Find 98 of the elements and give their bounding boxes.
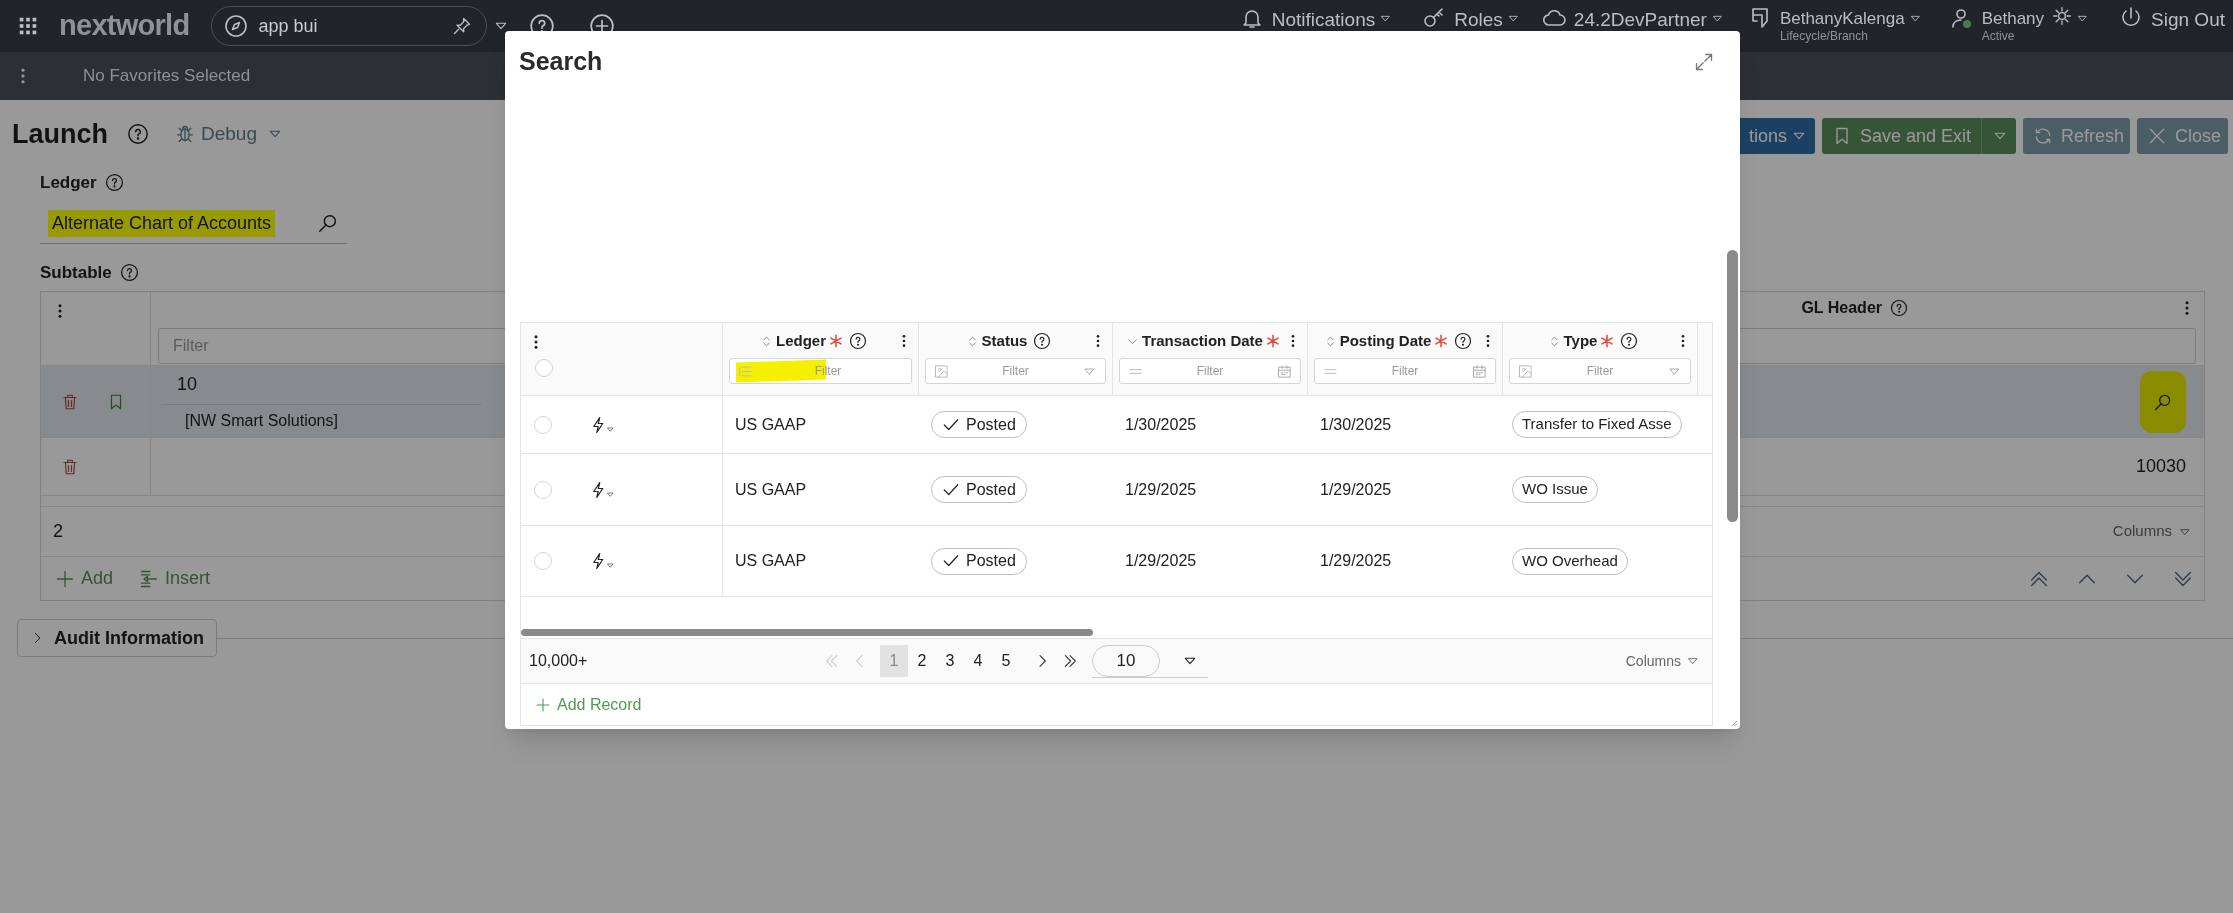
list-icon [738,363,753,379]
insert-icon [139,568,160,589]
row-actions-button[interactable] [590,415,615,434]
help-icon[interactable] [1620,332,1639,350]
help-icon[interactable] [104,173,124,193]
dialog-title: Search [519,46,603,78]
debug-button[interactable]: Debug [175,119,283,149]
page-button[interactable]: 2 [908,645,936,677]
table-cell-text: 10030 [2135,455,2186,478]
help-icon[interactable] [119,262,139,282]
columns-menu-button[interactable]: Columns [1625,650,1700,672]
nav-label: 24.2DevPartner [1573,10,1707,29]
page-button[interactable]: 4 [964,645,992,677]
nav-menu-button[interactable]: Notifications [1239,2,1393,32]
table-cell-text: 1/30/2025 [1125,414,1197,435]
table-cell-text: US GAAP [735,479,807,500]
refresh-icon [2033,126,2053,146]
table-cell-text: 1/29/2025 [1320,551,1392,571]
column-header: Type [1563,330,1598,351]
table-cell-text: 1/30/2025 [1320,414,1392,435]
select-all-radio[interactable] [535,359,553,377]
section-label: Subtable [40,261,112,284]
cell-value: 10 [161,370,481,405]
field-label: Ledger [40,172,97,194]
search-icon[interactable] [317,212,339,234]
ledger-field[interactable]: Alternate Chart of Accounts [40,203,347,244]
help-icon[interactable] [1454,332,1473,350]
help-icon[interactable] [849,332,867,350]
column-header: Status [981,330,1028,351]
image-icon [1518,363,1533,379]
audit-information-button[interactable]: Audit Information [17,619,217,657]
calendar-icon [1472,363,1487,379]
calendar-icon [1277,363,1292,379]
nav-menu-button[interactable]: BethanyKalenga Lifecycle/Branch [1747,2,1922,44]
pin-icon[interactable] [452,16,473,36]
table-cell-text: US GAAP [735,551,807,571]
last-page-icon[interactable] [1062,653,1078,669]
column-header: Transaction Date [1142,330,1263,351]
plus-icon [535,696,551,713]
nav-menu-button[interactable]: Bethany Active [1949,2,2090,44]
bug-icon [175,124,195,144]
type-chip: Transfer to Fixed Asse [1512,411,1682,438]
nav-menu-button[interactable]: Roles [1422,2,1520,32]
table-row[interactable]: US GAAP Posted 1/29/2025 1/29/2025 WO Issue [521,454,1712,526]
trash-icon[interactable] [61,392,79,411]
nav-label: Bethany [1981,10,2045,27]
cell-description: [NW Smart Solutions] [184,410,338,431]
table-row[interactable]: US GAAP Posted 1/29/2025 1/29/2025 WO Overhead [521,526,1712,597]
nav-sublabel: Lifecycle/Branch [1779,30,1868,42]
vertical-scrollbar[interactable] [1727,250,1738,522]
row-radio[interactable] [534,480,552,499]
caret-icon [606,424,615,434]
field-value: Alternate Chart of Accounts [48,209,276,237]
plus-icon [55,568,75,589]
columns-menu-button[interactable]: Columns [2112,520,2192,543]
column-header: GL Header [1801,298,1882,318]
column-header: Posting Date [1339,330,1432,351]
add-record-button[interactable]: Add Record [535,692,642,717]
nav-sign-out-button[interactable]: Sign Out [2119,2,2225,32]
image-icon [934,363,949,379]
page-button[interactable]: 5 [992,645,1020,677]
nav-label: Notifications [1271,10,1376,29]
nav-label: Sign Out [2151,10,2225,29]
trash-icon[interactable] [61,457,79,476]
help-icon[interactable] [1033,332,1052,350]
row-radio[interactable] [534,552,552,570]
apps-menu-icon[interactable] [17,15,39,37]
caret-icon [606,561,615,570]
table-row[interactable]: US GAAP Posted 1/30/2025 1/30/2025 Transfer to Fixed Asse [521,396,1712,454]
horizontal-scrollbar[interactable] [521,629,1093,636]
theme-icon [2052,6,2073,26]
favorites-text: No Favorites Selected [83,65,251,88]
row-actions-button[interactable] [590,552,615,570]
page-button[interactable]: 3 [936,645,964,677]
row-count: 2 [53,520,63,543]
nav-label: Roles [1454,10,1503,29]
nav-menu-button[interactable]: 24.2DevPartner [1541,2,1724,32]
insert-button[interactable]: Insert [139,565,211,592]
expand-icon[interactable] [1694,52,1714,72]
compass-icon [224,14,249,38]
type-chip: WO Overhead [1512,547,1628,575]
table-cell-text: 1/29/2025 [1125,551,1197,571]
close-icon [2147,126,2167,146]
table-cell-text: 1/29/2025 [1125,479,1197,500]
nav-sublabel: Active [1981,30,2015,42]
page-title: Launch [12,117,108,151]
row-radio[interactable] [534,415,552,434]
help-icon[interactable] [127,123,149,145]
user-icon [1949,6,1974,30]
help-icon[interactable] [1890,299,1908,317]
record-count: 10,000+ [529,651,589,671]
table-cell-text: US GAAP [735,414,807,435]
table-cell-text: 1/29/2025 [1320,479,1392,500]
caret-icon [606,489,615,499]
nav-label: BethanyKalenga [1779,10,1905,27]
column-header: Ledger [776,330,826,351]
row-actions-button[interactable] [590,480,615,499]
logo: nextworld [59,8,190,44]
